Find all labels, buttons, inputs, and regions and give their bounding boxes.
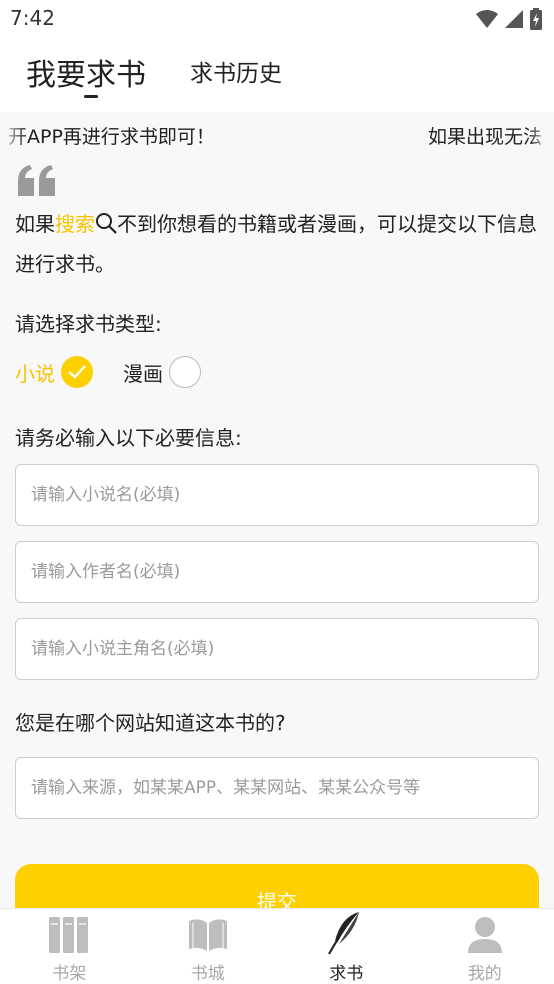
intro-text: 如果搜索 不到你想看的书籍或者漫画，可以提交以下信息进行求书。 [15, 204, 545, 284]
nav-label-bookshelf: 书架 [52, 964, 87, 984]
notice-marquee: 开APP再进行求书即可！ 如果出现无法 [0, 122, 554, 152]
required-section-label: 请务必输入以下必要信息: [15, 426, 242, 450]
tab-request-book[interactable]: 我要求书 [26, 50, 146, 94]
tab-request-history[interactable]: 求书历史 [190, 54, 282, 88]
bottom-nav: 书架 书城 求书 我的 [0, 908, 554, 984]
battery-icon [530, 8, 542, 30]
type-radio-group: 小说 漫画 [15, 354, 201, 390]
source-section-label: 您是在哪个网站知道这本书的? [15, 711, 286, 735]
signal-icon [505, 10, 523, 28]
nav-item-bookshelf[interactable]: 书架 [0, 909, 139, 984]
radio-novel[interactable] [61, 356, 93, 388]
marquee-fade-right [528, 122, 554, 152]
type-section-label: 请选择求书类型: [15, 312, 162, 336]
tab-active-indicator [84, 95, 98, 98]
search-icon [96, 213, 117, 234]
check-icon [68, 365, 86, 379]
marquee-text-b: 如果出现无法 [428, 126, 543, 148]
intro-search-link[interactable]: 搜索 [55, 212, 95, 236]
author-name-input[interactable] [16, 542, 538, 602]
radio-comic[interactable] [169, 356, 201, 388]
novel-name-input[interactable] [16, 465, 538, 525]
author-name-field [15, 541, 539, 603]
protagonist-name-field [15, 618, 539, 680]
source-field [15, 757, 539, 819]
top-tabs: 我要求书 求书历史 [0, 38, 554, 112]
quote-icon [18, 165, 55, 196]
nav-item-request[interactable]: 求书 [277, 909, 416, 984]
radio-comic-label[interactable]: 漫画 [123, 358, 163, 387]
submit-button[interactable]: 提交 [15, 864, 539, 908]
nav-label-request: 求书 [329, 964, 364, 984]
status-bar: 7:42 [0, 0, 554, 38]
user-icon [467, 917, 502, 953]
nav-item-bookstore[interactable]: 书城 [139, 909, 278, 984]
nav-label-bookstore: 书城 [190, 964, 225, 984]
radio-novel-label[interactable]: 小说 [15, 358, 55, 387]
intro-prefix: 如果 [15, 212, 55, 236]
status-time: 7:42 [10, 6, 55, 30]
novel-name-field [15, 464, 539, 526]
request-form: 开APP再进行求书即可！ 如果出现无法 如果搜索 不到你想看的书籍或者漫画，可以提… [0, 112, 554, 908]
open-book-icon [188, 919, 227, 951]
protagonist-name-input[interactable] [16, 619, 538, 679]
status-icons [476, 8, 542, 30]
nav-label-mine: 我的 [467, 964, 502, 984]
wifi-icon [476, 10, 498, 28]
marquee-fade-left [0, 122, 26, 152]
source-input[interactable] [16, 758, 538, 818]
marquee-text-a: 开APP再进行求书即可！ [8, 126, 215, 148]
bookshelf-icon [49, 917, 89, 953]
quill-icon [328, 912, 360, 955]
nav-item-mine[interactable]: 我的 [416, 909, 554, 984]
